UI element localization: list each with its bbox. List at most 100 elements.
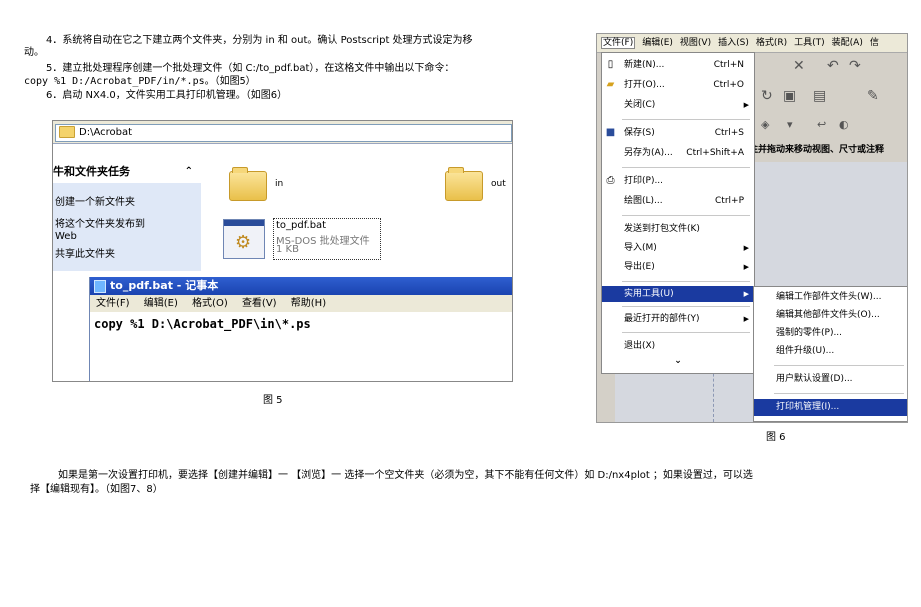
menu-item-save[interactable]: ■ 保存(S) Ctrl+S — [602, 125, 754, 141]
nx-menu-insert[interactable]: 插入(S) — [718, 38, 749, 48]
instruction-command: copy %1 D:/Acrobat_PDF/in/*.ps。（如图5） — [24, 76, 256, 87]
menu-item-send-package[interactable]: 发送到打包文件(K) — [602, 221, 754, 237]
submenu-arrow-icon: ▶ — [743, 263, 749, 271]
menu-item-utilities[interactable]: 实用工具(U) ▶ — [602, 286, 754, 302]
batch-file-icon[interactable]: ⚙ — [223, 219, 265, 259]
paragraph-printer-setup-cont: 择【编辑现有】。（如图7、8） — [30, 484, 163, 495]
undo-icon[interactable]: ↶ — [827, 58, 839, 74]
file-size: 1 KB — [276, 244, 299, 255]
address-field[interactable]: D:\Acrobat — [55, 124, 512, 142]
menu-separator — [622, 332, 750, 333]
nx-menu-format[interactable]: 格式(R) — [756, 38, 787, 48]
notepad-icon — [94, 279, 106, 293]
notepad-title: to_pdf.bat - 记事本 — [110, 279, 219, 292]
submenu-arrow-icon: ▶ — [743, 315, 749, 323]
palette-icon[interactable]: ▤ — [813, 88, 826, 104]
submenu-arrow-icon: ▶ — [743, 290, 749, 298]
submenu-edit-work-part-header[interactable]: 编辑工作部件文件头(W)... — [754, 289, 907, 306]
menu-item-open[interactable]: ▰ 打开(O)... Ctrl+O — [602, 77, 754, 93]
file-name: to_pdf.bat — [276, 220, 327, 231]
notepad-menu-view[interactable]: 查看(V) — [242, 298, 277, 309]
batch-icon-titlebar — [224, 220, 264, 226]
select-icon[interactable]: ▾ — [787, 118, 793, 131]
folder-icon — [59, 126, 75, 138]
redo-icon[interactable]: ↷ — [849, 58, 861, 74]
figure-6-nx-screenshot: 文件(F) 编辑(E) 视图(V) 插入(S) 格式(R) 工具(T) 装配(A) 信 ✕ ↶… — [596, 33, 908, 423]
folder-in-icon[interactable] — [229, 167, 267, 201]
notepad-menu-format[interactable]: 格式(O) — [192, 298, 228, 309]
menu-separator — [622, 281, 750, 282]
nx-menubar: 文件(F) 编辑(E) 视图(V) 插入(S) 格式(R) 工具(T) 装配(A) 信 — [597, 34, 907, 53]
submenu-arrow-icon: ▶ — [743, 244, 749, 252]
nx-menu-view[interactable]: 视图(V) — [680, 38, 711, 48]
instruction-step-4-cont: 动。 — [24, 47, 44, 58]
toolbar-row-1: ✕ ↶ ↷ — [757, 56, 907, 82]
gear-icon: ⚙ — [235, 232, 252, 253]
notepad-menubar: 文件(F) 编辑(E) 格式(O) 查看(V) 帮助(H) — [90, 295, 512, 312]
notepad-menu-edit[interactable]: 编辑(E) — [144, 298, 178, 309]
tasks-header-title: 牛和文件夹任务 — [53, 165, 130, 178]
snap-icon[interactable]: ◈ — [761, 118, 769, 131]
nx-menu-file[interactable]: 文件(F) — [601, 37, 636, 49]
menu-item-import[interactable]: 导入(M) ▶ — [602, 240, 754, 256]
submenu-user-defaults[interactable]: 用户默认设置(D)... — [754, 371, 907, 388]
menu-item-new[interactable]: ▯ 新建(N)... Ctrl+N — [602, 57, 754, 73]
batch-file-selection[interactable]: to_pdf.bat MS-DOS 批处理文件 1 KB — [273, 218, 381, 260]
folder-in-label[interactable]: in — [275, 179, 283, 189]
menu-item-recent-parts[interactable]: 最近打开的部件(Y) ▶ — [602, 311, 754, 327]
folder-out-label[interactable]: out — [491, 179, 506, 189]
menu-item-close[interactable]: 关闭(C) ▶ — [602, 97, 754, 113]
task-publish-web[interactable]: 将这个文件夹发布到 — [55, 219, 145, 231]
address-text: D:\Acrobat — [79, 127, 133, 138]
instruction-step-6: 6．启动 NX4.0，文件实用工具打印机管理。（如图6） — [46, 90, 288, 101]
sketch-icon[interactable]: ✎ — [867, 88, 879, 104]
nx-menu-tools[interactable]: 工具(T) — [794, 38, 825, 48]
task-new-folder[interactable]: 创建一个新文件夹 — [55, 197, 135, 209]
save-icon: ■ — [605, 127, 616, 138]
submenu-edit-other-part-header[interactable]: 编辑其他部件文件头(O)... — [754, 307, 907, 324]
print-icon: ⎙ — [606, 175, 615, 186]
nx-menu-assembly[interactable]: 装配(A) — [832, 38, 863, 48]
folder-tasks-panel: 牛和文件夹任务 ⌃ 创建一个新文件夹 将这个文件夹发布到 Web 共享此文件夹 — [53, 161, 201, 271]
view-icon[interactable]: ▣ — [783, 88, 796, 104]
status-hint: 注并拖动来移动视图、尺寸或注释 — [749, 145, 885, 155]
menu-separator — [774, 365, 904, 366]
notepad-menu-help[interactable]: 帮助(H) — [291, 298, 326, 309]
orient-icon[interactable]: ↩ — [817, 118, 826, 131]
submenu-arrow-icon: ▶ — [743, 101, 749, 109]
nx-menu-edit[interactable]: 编辑(E) — [642, 38, 673, 48]
toolbar-row-2: ↻ ▣ ▤ ✎ — [757, 86, 907, 114]
submenu-printer-admin[interactable]: 打印机管理(I)... — [754, 399, 907, 416]
collapse-icon[interactable]: ⌃ — [185, 161, 193, 183]
shade-icon[interactable]: ◐ — [839, 118, 849, 131]
menu-item-export[interactable]: 导出(E) ▶ — [602, 259, 754, 275]
tasks-header[interactable]: 牛和文件夹任务 ⌃ — [53, 161, 201, 183]
menu-item-save-as[interactable]: 另存为(A)... Ctrl+Shift+A — [602, 145, 754, 161]
cut-icon[interactable]: ✕ — [793, 58, 805, 74]
notepad-menu-file[interactable]: 文件(F) — [96, 298, 130, 309]
figure-5-caption: 图 5 — [263, 395, 283, 406]
figure-6-caption: 图 6 — [766, 432, 786, 443]
open-folder-icon: ▰ — [606, 79, 615, 90]
menu-item-print[interactable]: ⎙ 打印(P)... — [602, 173, 754, 189]
task-publish-web-cont[interactable]: Web — [55, 231, 77, 243]
instruction-step-5: 5．建立批处理程序创建一个批处理文件（如 C:/to_pdf.bat），在这格文… — [46, 63, 455, 74]
menu-separator — [622, 167, 750, 168]
address-bar: D:\Acrobat — [53, 121, 512, 144]
instruction-step-4: 4．系统将自动在它之下建立两个文件夹，分别为 in 和 out。确认 Posts… — [46, 35, 473, 46]
task-share-folder[interactable]: 共享此文件夹 — [55, 249, 115, 261]
menu-item-plot[interactable]: 绘图(L)... Ctrl+P — [602, 193, 754, 209]
notepad-titlebar: to_pdf.bat - 记事本 — [90, 277, 512, 295]
utilities-submenu: 编辑工作部件文件头(W)... 编辑其他部件文件头(O)... 强制的零件(P)… — [753, 286, 907, 422]
notepad-content[interactable]: copy %1 D:\Acrobat_PDF\in\*.ps — [94, 317, 311, 331]
menu-separator — [622, 306, 750, 307]
rotate-icon[interactable]: ↻ — [761, 88, 773, 104]
menu-separator — [622, 119, 750, 120]
folder-out-icon[interactable] — [445, 167, 483, 201]
submenu-forced-part[interactable]: 强制的零件(P)... — [754, 325, 907, 342]
nx-menu-info[interactable]: 信 — [870, 38, 879, 48]
submenu-component-upgrade[interactable]: 组件升级(U)... — [754, 343, 907, 360]
expand-menu-icon[interactable]: ⌄ — [602, 353, 754, 369]
menu-separator — [622, 215, 750, 216]
menu-item-exit[interactable]: 退出(X) — [602, 338, 754, 354]
